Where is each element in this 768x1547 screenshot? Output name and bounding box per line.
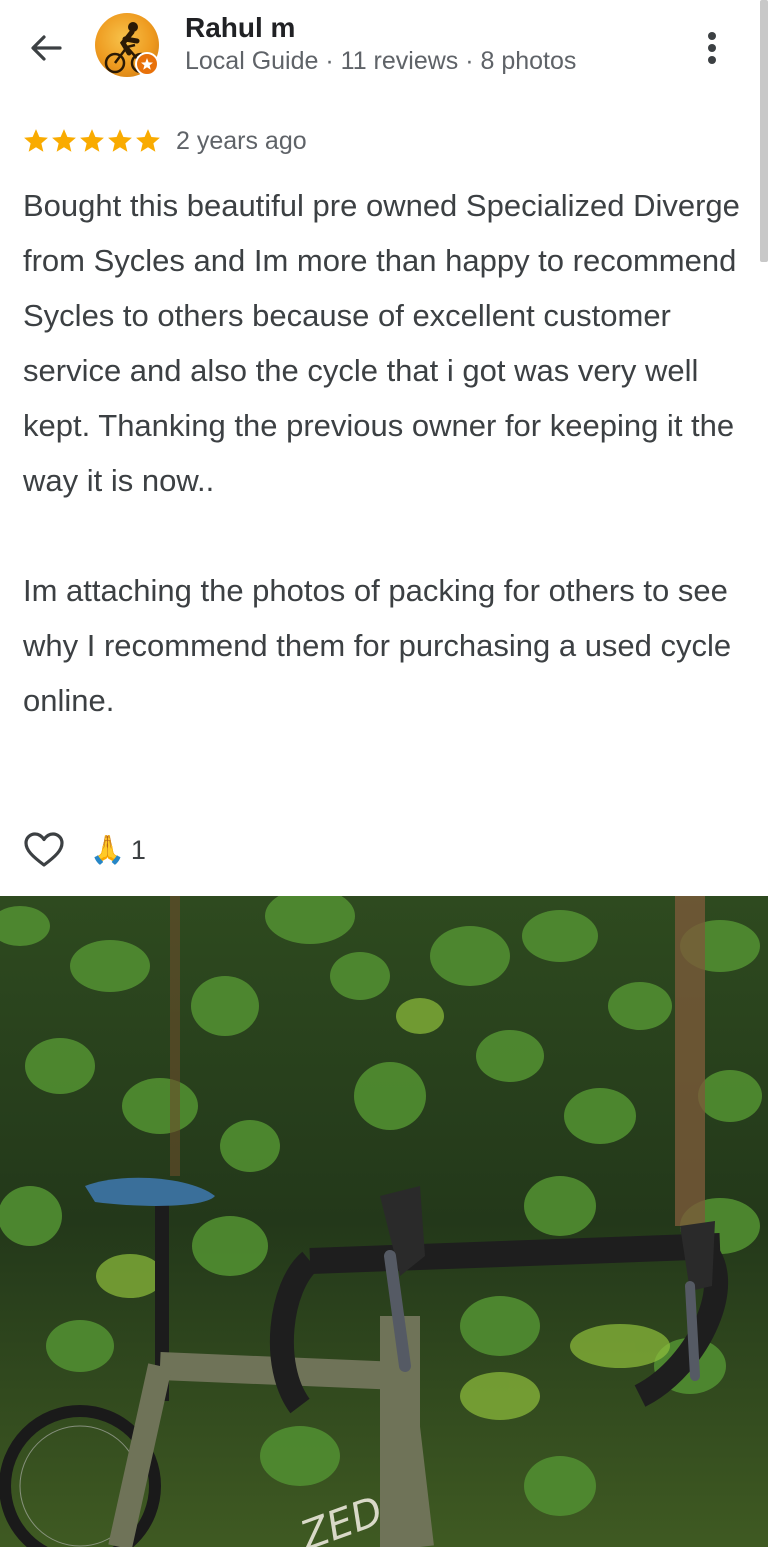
- star-icon: [52, 129, 76, 152]
- review-paragraph-1: Bought this beautiful pre owned Speciali…: [23, 188, 740, 498]
- reviewer-meta: Local Guide · 11 reviews · 8 photos: [185, 47, 577, 75]
- review-photo[interactable]: ZED: [0, 896, 768, 1547]
- more-options-icon[interactable]: [698, 28, 726, 68]
- local-guide-badge-icon: [135, 52, 159, 76]
- star-icon: [80, 129, 104, 152]
- star-icon: [136, 129, 160, 152]
- review-header: Rahul m Local Guide · 11 reviews · 8 pho…: [0, 0, 768, 100]
- scrollbar[interactable]: [760, 0, 768, 262]
- star-icon: [108, 129, 132, 152]
- review-text: Bought this beautiful pre owned Speciali…: [23, 178, 748, 728]
- heart-outline-icon[interactable]: [22, 828, 66, 872]
- back-arrow-icon[interactable]: [26, 28, 66, 68]
- reviewer-name[interactable]: Rahul m: [185, 12, 295, 44]
- reactions-row: 🙏 1: [22, 828, 146, 872]
- review-date: 2 years ago: [176, 126, 307, 155]
- rating-row: 2 years ago: [22, 122, 307, 160]
- praying-hands-emoji-icon[interactable]: 🙏: [90, 833, 125, 867]
- reaction-count: 1: [130, 834, 146, 865]
- review-paragraph-2: Im attaching the photos of packing for o…: [23, 573, 732, 718]
- star-icon: [24, 129, 48, 152]
- star-rating: [22, 127, 162, 155]
- bicycle-photo-icon: ZED: [0, 896, 768, 1547]
